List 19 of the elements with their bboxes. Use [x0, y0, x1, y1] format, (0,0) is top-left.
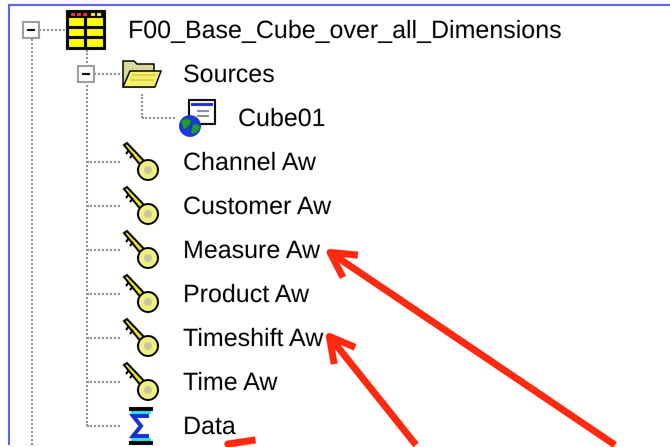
key-icon [120, 229, 162, 271]
tree-item-label[interactable]: Sources [183, 60, 275, 88]
tree-item-label[interactable]: F00_Base_Cube_over_all_Dimensions [128, 16, 562, 44]
tree-item-label[interactable]: Channel Aw [183, 148, 316, 176]
collapse-toggle[interactable] [22, 21, 40, 39]
key-icon [120, 141, 162, 183]
key-icon [120, 317, 162, 359]
tree-item-label[interactable]: Cube01 [238, 104, 326, 132]
tree-item-label[interactable]: Time Aw [183, 368, 278, 396]
key-icon [120, 361, 162, 403]
key-icon [120, 273, 162, 315]
tree-item-label[interactable]: Timeshift Aw [183, 324, 324, 352]
tree-item-label[interactable]: Data [183, 412, 236, 440]
collapse-toggle[interactable] [77, 65, 95, 83]
tree-item-label[interactable]: Product Aw [183, 280, 310, 308]
tree-item-label[interactable]: Measure Aw [183, 236, 320, 264]
tree-item-label[interactable]: Customer Aw [183, 192, 332, 220]
cube-table-icon [65, 9, 107, 51]
key-icon [120, 185, 162, 227]
